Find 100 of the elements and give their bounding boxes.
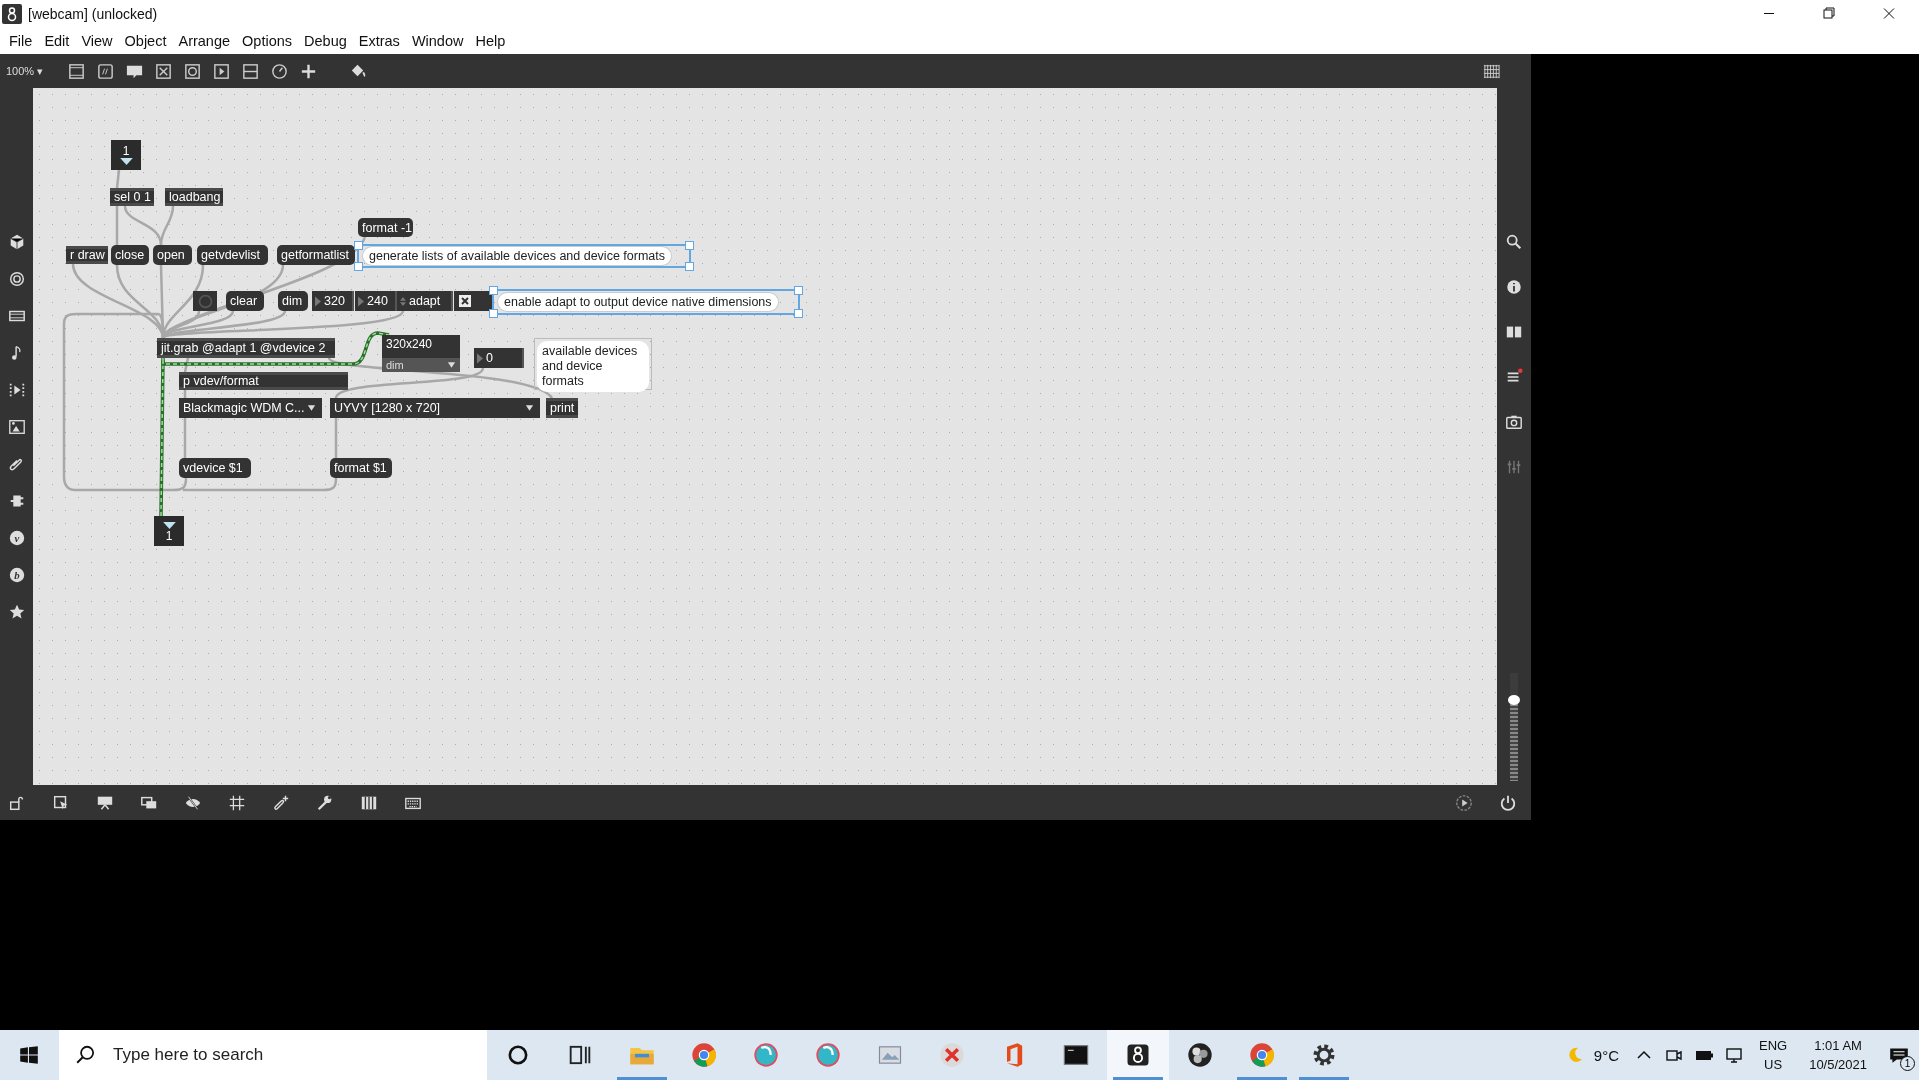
play-circle-icon[interactable] [1455, 793, 1473, 812]
dial-tool-icon[interactable] [270, 61, 290, 81]
zoom-dropdown[interactable]: 100% ▾ [6, 64, 44, 78]
region[interactable]: US [1764, 1055, 1783, 1074]
menu-item[interactable]: Options [237, 32, 298, 49]
message-box[interactable]: clear [226, 291, 264, 311]
dropdown-arrow-icon [307, 405, 316, 411]
outlet-box[interactable]: 1 [154, 516, 184, 546]
orb-icon [814, 1041, 842, 1069]
language[interactable]: ENG [1759, 1036, 1788, 1055]
checkbox[interactable] [458, 294, 472, 308]
selection-handle[interactable] [354, 241, 363, 250]
dim-dropdown[interactable]: dim [382, 358, 460, 372]
inlet-box[interactable]: 1 [111, 140, 141, 170]
menu-item[interactable]: Arrange [173, 32, 236, 49]
star-icon[interactable] [7, 603, 26, 621]
selection-handle[interactable] [489, 309, 498, 318]
taskbar-app[interactable] [1107, 1030, 1169, 1080]
chrome-icon [690, 1041, 718, 1069]
comment-box[interactable]: enable adapt to output device native dimensions [492, 289, 800, 315]
grid-icon[interactable] [228, 793, 246, 812]
menu-item[interactable]: Debug [299, 32, 352, 49]
obs-icon [1186, 1041, 1214, 1069]
number-box[interactable]: 320 [312, 291, 354, 311]
dropdown-label: dim [386, 359, 404, 371]
menu-item[interactable]: File [4, 32, 38, 49]
patch-cord [334, 417, 338, 458]
toggle[interactable] [454, 291, 492, 311]
info-icon[interactable] [1505, 278, 1523, 296]
clock-date[interactable]: 10/5/2021 [1809, 1055, 1867, 1074]
object-box[interactable]: print [546, 398, 578, 418]
menu-item[interactable]: Edit [39, 32, 75, 49]
message-box[interactable]: dim [278, 291, 308, 311]
search-input[interactable]: Type here to search [111, 1044, 455, 1066]
camera-icon[interactable] [1505, 413, 1523, 431]
search-field[interactable]: Type here to search [59, 1030, 487, 1080]
button-tool-icon[interactable] [183, 61, 203, 81]
letter-circle-icon[interactable]: b [7, 566, 26, 584]
message-box[interactable]: getformatlist [277, 245, 355, 265]
menu-item[interactable]: Extras [353, 32, 405, 49]
menu-dropdown[interactable]: UYVY [1280 x 720] [330, 398, 540, 418]
selection-handle[interactable] [489, 286, 498, 295]
object-box[interactable]: jit.grab @adapt 1 @vdevice 2 [157, 338, 335, 358]
window-title: [webcam] (unlocked) [28, 5, 158, 22]
slider-tool-icon[interactable] [241, 61, 261, 81]
message-box[interactable]: format -1 [358, 218, 413, 237]
network-icon[interactable] [1724, 1045, 1744, 1065]
clipplus-icon[interactable] [272, 793, 290, 812]
selection-handle[interactable] [794, 309, 803, 318]
comment-box[interactable]: generate lists of available devices and device formats [357, 244, 691, 268]
object-box[interactable]: loadbang [165, 188, 223, 206]
clock-time[interactable]: 1:01 AM [1814, 1036, 1862, 1055]
letter-circle-icon[interactable]: v [7, 529, 26, 547]
mixer-icon[interactable] [1505, 458, 1523, 476]
menu-item[interactable]: Window [406, 32, 469, 49]
object-box[interactable]: sel 0 1 [110, 188, 154, 206]
media-icon[interactable] [7, 381, 26, 399]
menu-item[interactable]: Help [470, 32, 511, 49]
image-icon[interactable] [7, 418, 26, 436]
slider-thumb[interactable] [1508, 695, 1520, 705]
orb-icon [752, 1041, 780, 1069]
search-icon[interactable] [1505, 233, 1523, 251]
menu-item[interactable]: Object [119, 32, 172, 49]
attribute-box[interactable]: adapt [397, 291, 453, 311]
message-box[interactable]: open [153, 245, 192, 265]
redx-icon [938, 1041, 966, 1069]
menu-item[interactable]: View [76, 32, 118, 49]
message-box[interactable]: getvdevlist [197, 245, 268, 265]
triangle-icon [118, 156, 134, 166]
triangle-icon [161, 520, 177, 530]
vertical-slider[interactable] [1510, 673, 1518, 781]
play-tool-icon[interactable] [212, 61, 232, 81]
message-box[interactable]: close [111, 245, 149, 265]
dropdown-arrow-icon [525, 405, 534, 411]
patch-cord [115, 169, 121, 189]
menu-dropdown[interactable]: Blackmagic WDM C... [179, 398, 322, 418]
object-tool-icon[interactable] [67, 61, 87, 81]
patch-cord [115, 206, 119, 245]
dropdown-value: Blackmagic WDM C... [183, 401, 305, 415]
message-box[interactable]: vdevice $1 [179, 458, 251, 478]
selection-handle[interactable] [685, 241, 694, 250]
toggle-tool-icon[interactable] [154, 61, 174, 81]
object-box[interactable]: p vdev/format [179, 372, 348, 390]
wrench-icon[interactable] [316, 793, 334, 812]
dropdown-value: UYVY [1280 x 720] [334, 401, 441, 415]
notification-button[interactable]: 1 [1879, 1030, 1919, 1080]
number-box[interactable]: 0 [474, 348, 524, 368]
selection-handle[interactable] [685, 262, 694, 271]
selection-handle[interactable] [794, 286, 803, 295]
target-icon[interactable] [7, 270, 26, 288]
object-box[interactable]: r draw [66, 246, 108, 264]
notification-count: 1 [1900, 1056, 1915, 1071]
selection-handle[interactable] [354, 262, 363, 271]
message-tool-icon[interactable] [96, 61, 116, 81]
windows-start-icon[interactable] [18, 1044, 40, 1066]
value-display: 320x240 [382, 335, 460, 358]
message-box[interactable]: format $1 [330, 458, 392, 478]
number-box[interactable]: 240 [355, 291, 397, 311]
speech-bubble: available devices and device formats [534, 338, 652, 390]
power-icon[interactable] [1499, 793, 1517, 812]
